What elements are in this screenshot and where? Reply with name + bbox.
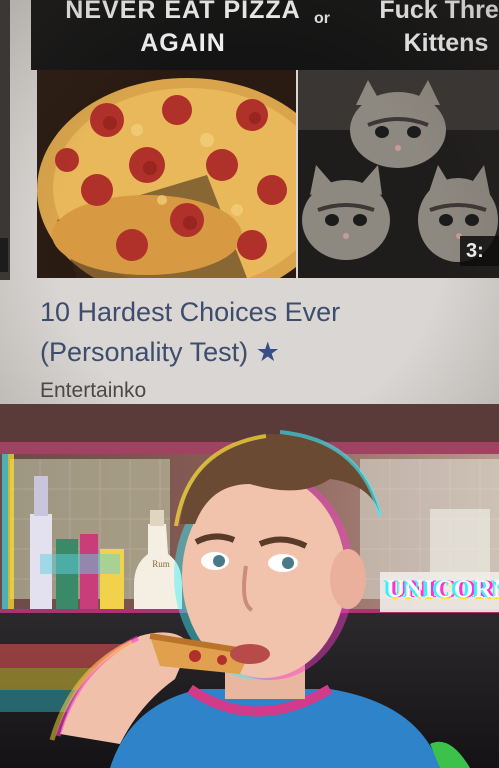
duration-badge: 3:	[460, 236, 499, 266]
thumbnail-or-label: or	[314, 10, 330, 27]
mug-label: UNICORN	[386, 576, 499, 603]
video-title-link[interactable]: 10 Hardest Choices Ever (Personality Tes…	[40, 292, 480, 372]
thumbnail-right-caption: Fuck Three Kittens	[379, 0, 499, 57]
star-icon: ★	[255, 337, 280, 367]
meme-page: NEVER EAT PIZZA AGAIN or Fuck Three Kitt…	[0, 0, 499, 768]
reaction-photo: Rum UNICORN	[0, 404, 499, 768]
bottle-label: Rum	[152, 559, 170, 569]
pizza-thumbnail-image[interactable]	[37, 70, 296, 278]
channel-name[interactable]: Entertainko	[40, 378, 146, 404]
thumbnail-caption-banner: NEVER EAT PIZZA AGAIN or Fuck Three Kitt…	[31, 0, 499, 70]
previous-video-duration-edge	[0, 238, 8, 272]
video-listing-screenshot: NEVER EAT PIZZA AGAIN or Fuck Three Kitt…	[0, 0, 499, 404]
video-title-text: 10 Hardest Choices Ever (Personality Tes…	[40, 297, 341, 367]
thumbnail-left-caption: NEVER EAT PIZZA AGAIN	[65, 0, 301, 57]
